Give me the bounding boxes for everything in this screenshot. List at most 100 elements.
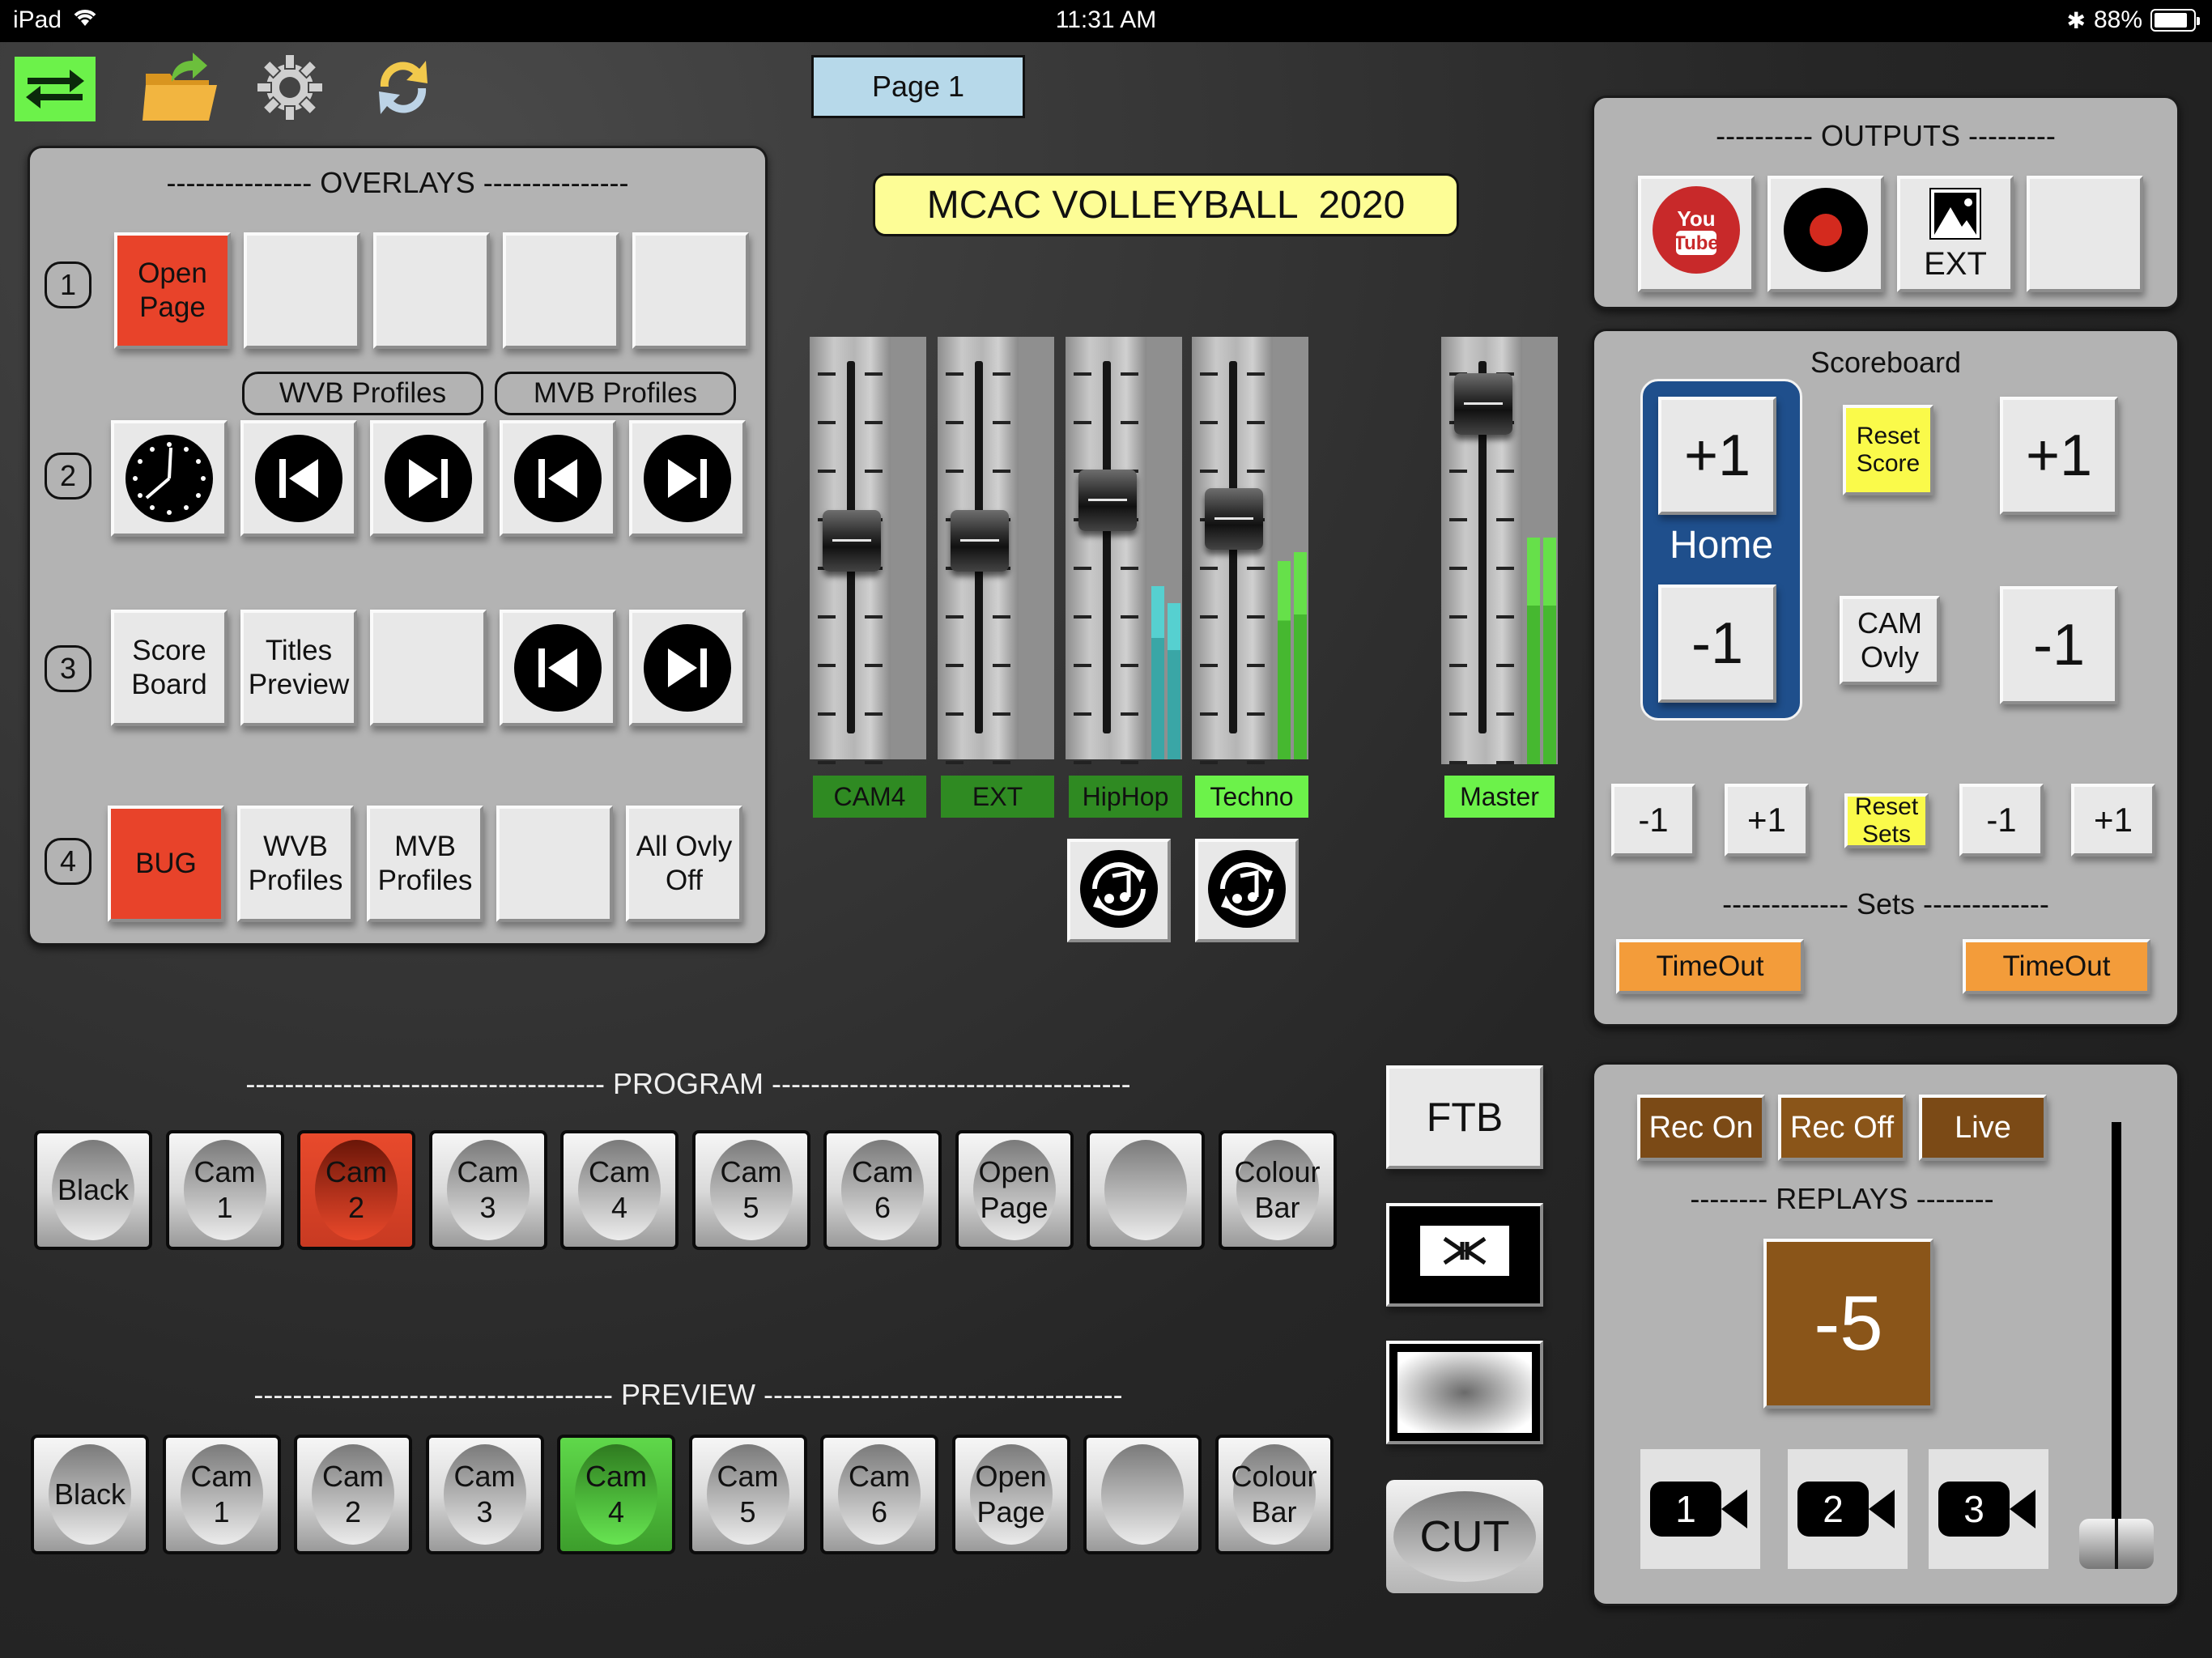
preview-button[interactable]: Black — [31, 1435, 149, 1554]
program-button[interactable]: Black — [34, 1130, 152, 1250]
program-button[interactable]: Cam 1 — [165, 1130, 284, 1250]
replay-camera-1-button[interactable]: 1 — [1640, 1449, 1760, 1569]
home-sets-plus-button[interactable]: +1 — [1725, 784, 1809, 857]
overlay-empty-button[interactable] — [496, 806, 613, 922]
fader-label-techno[interactable]: Techno — [1195, 776, 1308, 818]
preview-button[interactable]: Cam 3 — [425, 1435, 544, 1554]
cut-label: CUT — [1393, 1491, 1536, 1582]
overlay-empty-button[interactable] — [632, 232, 749, 349]
preview-button[interactable]: Open Page — [951, 1435, 1070, 1554]
away-minus-one-button[interactable]: -1 — [2000, 586, 2118, 704]
fader-master[interactable] — [1441, 337, 1558, 764]
overlay-all-off-button[interactable]: All Ovly Off — [626, 806, 742, 922]
program-button[interactable]: Cam 2 — [297, 1130, 415, 1250]
fader-label-ext[interactable]: EXT — [941, 776, 1054, 818]
away-sets-plus-button[interactable]: +1 — [2071, 784, 2155, 857]
overlay-open-page-button[interactable]: Open Page — [114, 232, 231, 349]
hiphop-loop-button[interactable] — [1067, 839, 1171, 942]
live-button[interactable]: Live — [1919, 1095, 2047, 1161]
away-sets-minus-button[interactable]: -1 — [1959, 784, 2044, 857]
fader-label-master[interactable]: Master — [1444, 776, 1555, 818]
overlay-titles-preview-button[interactable]: Titles Preview — [240, 610, 357, 726]
program-button[interactable]: Open Page — [955, 1130, 1074, 1250]
program-button[interactable]: Colour Bar — [1218, 1130, 1337, 1250]
home-minus-one-button[interactable]: -1 — [1658, 585, 1776, 703]
row3-previous-button[interactable] — [500, 610, 616, 726]
preview-button[interactable]: Cam 6 — [820, 1435, 938, 1554]
preview-button[interactable]: Cam 5 — [688, 1435, 807, 1554]
settings-button[interactable] — [249, 53, 330, 121]
fader-track — [1103, 361, 1111, 733]
reset-sets-button[interactable]: Reset Sets — [1844, 793, 1929, 848]
overlay-wvb-profiles-button[interactable]: WVB Profiles — [237, 806, 354, 922]
techno-loop-button[interactable] — [1195, 839, 1299, 942]
fader-tick — [1449, 615, 1467, 619]
fader-tick — [993, 712, 1010, 716]
fader-tick — [1121, 664, 1138, 667]
program-button[interactable]: Cam 6 — [823, 1130, 942, 1250]
fader-knob[interactable] — [1454, 373, 1512, 436]
open-folder-button[interactable] — [139, 52, 220, 121]
overlay-empty-button[interactable] — [370, 610, 487, 726]
preview-button[interactable]: Cam 1 — [162, 1435, 281, 1554]
fader-tick — [1200, 421, 1218, 424]
fader-hiphop[interactable] — [1066, 337, 1182, 764]
fade-transition-button[interactable] — [1386, 1341, 1543, 1444]
tab-page-1[interactable]: Page 1 — [811, 55, 1025, 118]
wvb-next-button[interactable] — [370, 420, 487, 537]
youtube-stream-button[interactable]: You Tube — [1638, 176, 1755, 292]
preview-button[interactable] — [1083, 1435, 1202, 1554]
overlay-score-board-button[interactable]: Score Board — [111, 610, 228, 726]
away-timeout-button[interactable]: TimeOut — [1963, 939, 2150, 994]
wvb-previous-button[interactable] — [240, 420, 357, 537]
away-plus-one-button[interactable]: +1 — [2000, 397, 2118, 515]
home-timeout-button[interactable]: TimeOut — [1616, 939, 1804, 994]
swap-button[interactable] — [15, 57, 96, 121]
fader-label-hiphop[interactable]: HipHop — [1069, 776, 1182, 818]
fader-tick — [865, 372, 883, 376]
overlay-mvb-profiles-button[interactable]: MVB Profiles — [367, 806, 483, 922]
overlay-empty-button[interactable] — [244, 232, 360, 349]
overlay-empty-button[interactable] — [503, 232, 619, 349]
replay-camera-3-button[interactable]: 3 — [1929, 1449, 2048, 1569]
fader-tick — [1449, 518, 1467, 521]
program-button[interactable]: Cam 3 — [428, 1130, 547, 1250]
fader-ext[interactable] — [938, 337, 1054, 764]
cam-ovly-button[interactable]: CAM Ovly — [1840, 596, 1940, 685]
mvb-next-button[interactable] — [629, 420, 746, 537]
ext-output-button[interactable]: EXT — [1897, 176, 2014, 292]
fader-knob[interactable] — [823, 510, 881, 572]
rec-off-button[interactable]: Rec Off — [1778, 1095, 1906, 1161]
preview-button[interactable]: Colour Bar — [1214, 1435, 1334, 1554]
fader-label-cam4[interactable]: CAM4 — [813, 776, 926, 818]
fader-knob[interactable] — [1078, 470, 1137, 532]
program-button[interactable] — [1087, 1130, 1205, 1250]
home-plus-one-button[interactable]: +1 — [1658, 397, 1776, 515]
fader-knob[interactable] — [951, 510, 1009, 572]
record-button[interactable] — [1767, 176, 1884, 292]
rec-on-button[interactable]: Rec On — [1637, 1095, 1765, 1161]
output-empty-button[interactable] — [2027, 176, 2143, 292]
reset-score-button[interactable]: Reset Score — [1843, 405, 1933, 495]
ftb-button[interactable]: FTB — [1386, 1065, 1543, 1169]
fader-cam4[interactable] — [810, 337, 926, 764]
preview-button[interactable]: Cam 2 — [294, 1435, 412, 1554]
preview-button[interactable]: Cam 4 — [557, 1435, 675, 1554]
program-button[interactable]: Cam 5 — [691, 1130, 810, 1250]
program-button[interactable]: Cam 4 — [560, 1130, 678, 1250]
replay-camera-2-button[interactable]: 2 — [1788, 1449, 1908, 1569]
fader-techno[interactable] — [1192, 337, 1308, 764]
overlay-clock-button[interactable] — [111, 420, 228, 537]
overlay-bug-button[interactable]: BUG — [108, 806, 224, 922]
row3-next-button[interactable] — [629, 610, 746, 726]
overlay-empty-button[interactable] — [373, 232, 490, 349]
cut-button[interactable]: CUT — [1386, 1480, 1543, 1593]
replay-tbar-handle[interactable] — [2079, 1519, 2154, 1569]
fader-knob[interactable] — [1205, 488, 1263, 551]
replay-seconds-button[interactable]: -5 — [1763, 1239, 1933, 1409]
zoom-transition-button[interactable] — [1386, 1203, 1543, 1307]
refresh-button[interactable] — [363, 57, 444, 121]
fader-tick — [993, 421, 1010, 424]
home-sets-minus-button[interactable]: -1 — [1611, 784, 1695, 857]
mvb-previous-button[interactable] — [500, 420, 616, 537]
